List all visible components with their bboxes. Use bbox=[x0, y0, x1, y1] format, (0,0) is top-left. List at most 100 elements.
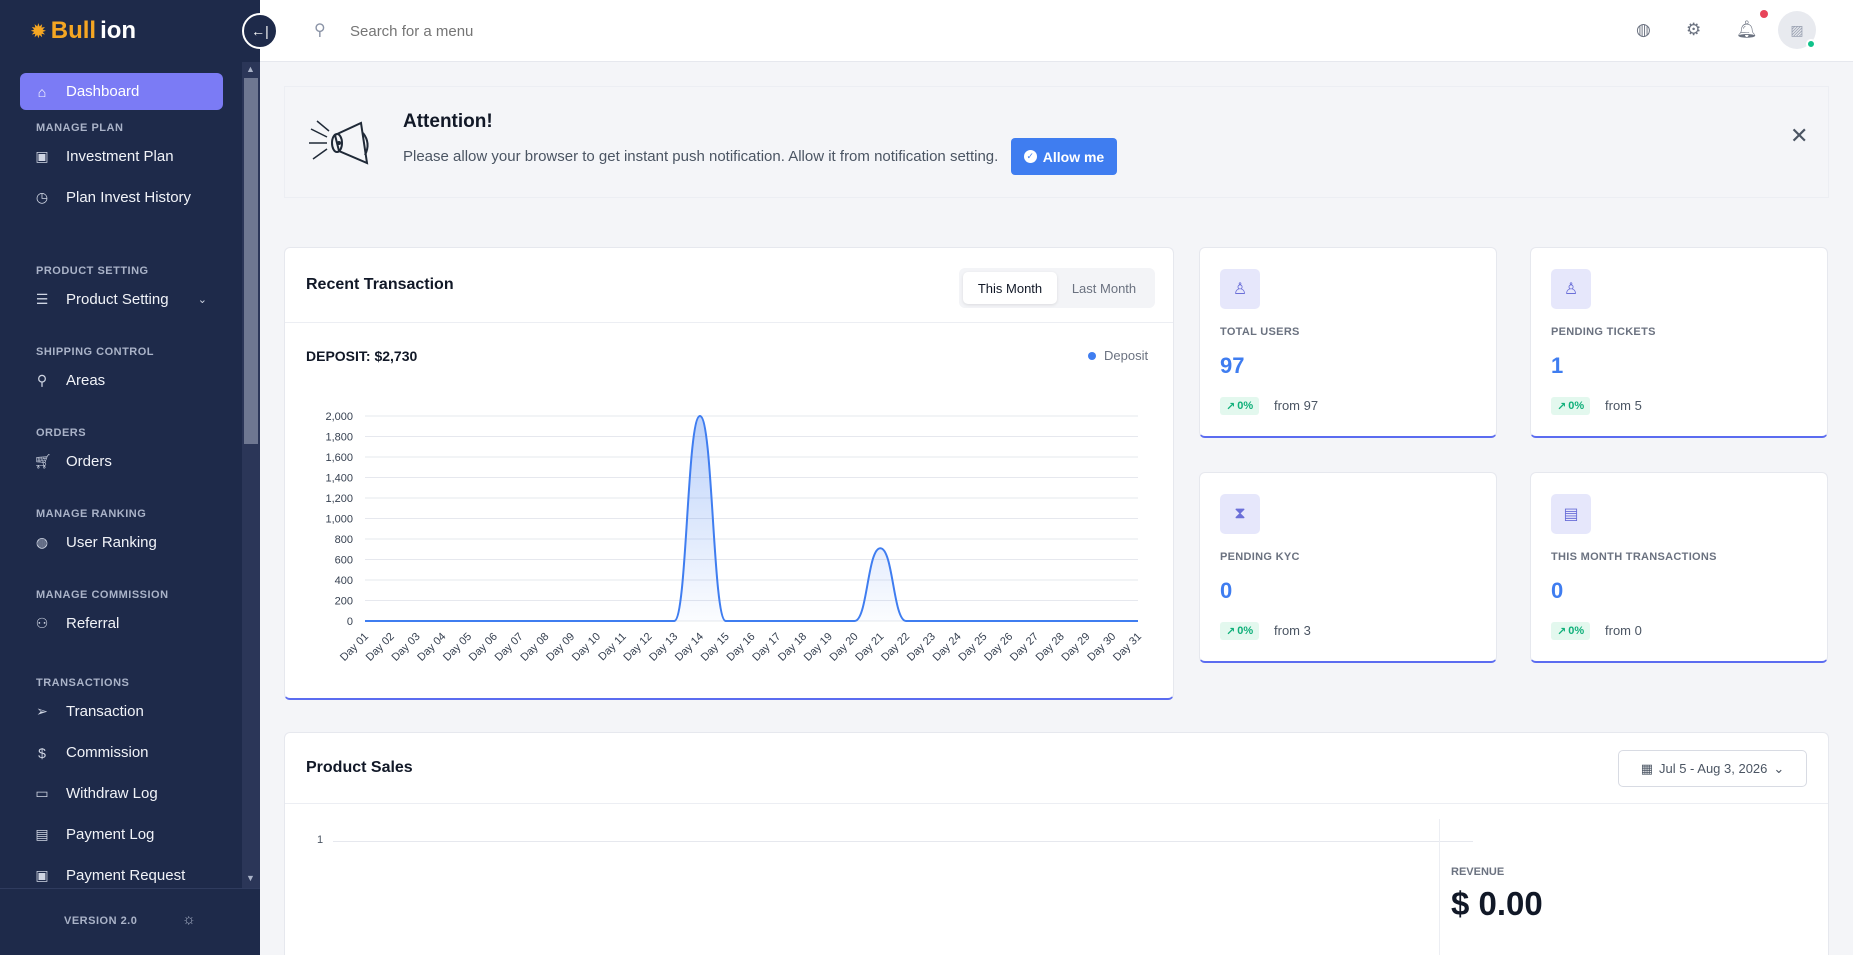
y-tick-label: 1,000 bbox=[325, 514, 353, 526]
tab-this-month[interactable]: This Month bbox=[963, 272, 1057, 304]
megaphone-icon bbox=[309, 120, 369, 165]
month-toggle: This Month Last Month bbox=[959, 268, 1155, 308]
stat-value: 0 bbox=[1220, 578, 1233, 603]
sidebar-item-user-ranking[interactable]: ◍ User Ranking bbox=[20, 524, 223, 561]
collapse-arrow-icon: ←| bbox=[251, 23, 269, 39]
trend-up-icon: ↗ bbox=[1226, 400, 1236, 413]
y-tick-label: 0 bbox=[347, 616, 353, 628]
section-orders: ORDERS bbox=[36, 427, 87, 439]
allow-button-label: Allow me bbox=[1042, 148, 1105, 165]
sidebar-item-label: Areas bbox=[66, 372, 106, 389]
sidebar-item-label: User Ranking bbox=[66, 534, 157, 551]
sidebar-collapse-button[interactable]: ←| bbox=[242, 13, 278, 49]
brand-prefix: Bull bbox=[50, 17, 97, 44]
sidebar-item-label: Commission bbox=[66, 744, 149, 761]
stat-value: 0 bbox=[1551, 578, 1564, 603]
stat-card-pending-tickets: ♙ PENDING TICKETS 1 ↗ 0% from 5 bbox=[1530, 247, 1828, 438]
sidebar-item-label: Transaction bbox=[66, 703, 144, 720]
y-tick-label: 2,000 bbox=[325, 411, 353, 423]
scroll-up-icon[interactable]: ▲ bbox=[246, 64, 255, 74]
image-placeholder-icon: ▨ bbox=[1790, 21, 1804, 38]
sales-y-tick: 1 bbox=[317, 834, 324, 846]
divider bbox=[285, 803, 1828, 804]
section-transactions: TRANSACTIONS bbox=[36, 677, 130, 689]
globe-icon[interactable]: ◍ bbox=[1636, 20, 1651, 40]
brand-logo[interactable]: ✹ Bull ion bbox=[30, 17, 137, 44]
section-manage-plan: MANAGE PLAN bbox=[36, 122, 124, 134]
y-tick-label: 600 bbox=[335, 555, 353, 567]
y-tick-label: 1,600 bbox=[325, 452, 353, 464]
home-icon: ⌂ bbox=[37, 83, 47, 100]
chevron-down-icon: ⌄ bbox=[197, 294, 207, 306]
map-pin-icon: ⚲ bbox=[36, 372, 48, 388]
stat-change-badge: ↗ 0% bbox=[1220, 397, 1260, 415]
deposit-total: DEPOSIT: $2,730 bbox=[306, 348, 418, 364]
stat-card-pending-kyc: ⧗ PENDING KYC 0 ↗ 0% from 3 bbox=[1199, 472, 1497, 663]
sidebar: ✹ Bull ion ⌂ Dashboard MANAGE PLAN ▣ Inve… bbox=[0, 0, 260, 955]
sidebar-item-product-setting[interactable]: ☰ Product Setting ⌄ bbox=[20, 281, 223, 318]
stat-change-badge: ↗ 0% bbox=[1551, 397, 1591, 415]
y-tick-label: 200 bbox=[335, 596, 353, 608]
sidebar-item-withdraw-log[interactable]: ▭ Withdraw Log bbox=[20, 775, 223, 812]
sidebar-item-dashboard[interactable]: ⌂ Dashboard bbox=[20, 73, 223, 110]
section-shipping-control: SHIPPING CONTROL bbox=[36, 346, 155, 358]
alert-message: Please allow your browser to get instant… bbox=[403, 148, 999, 165]
stat-change-badge: ↗ 0% bbox=[1551, 622, 1591, 640]
sidebar-scrollbar-thumb[interactable] bbox=[244, 78, 258, 444]
sidebar-item-payment-log[interactable]: ▤ Payment Log bbox=[20, 816, 223, 853]
section-manage-ranking: MANAGE RANKING bbox=[36, 508, 147, 520]
alert-title: Attention! bbox=[403, 111, 493, 132]
brand-suffix: ion bbox=[100, 17, 137, 44]
send-icon: ➢ bbox=[36, 703, 48, 719]
stat-change-badge: ↗ 0% bbox=[1220, 622, 1260, 640]
product-sales-title: Product Sales bbox=[306, 759, 413, 776]
search-input[interactable] bbox=[350, 16, 750, 46]
sidebar-item-label: Plan Invest History bbox=[66, 189, 192, 206]
recent-transaction-title: Recent Transaction bbox=[306, 276, 454, 293]
globe-icon: ◍ bbox=[35, 534, 49, 550]
chart-legend[interactable]: Deposit bbox=[1088, 348, 1148, 363]
notification-dot bbox=[1760, 10, 1768, 18]
x-tick-label: Day 31 bbox=[1111, 631, 1144, 664]
version-label: VERSION 2.0 bbox=[64, 915, 138, 927]
bell-icon[interactable]: 🔔︎ bbox=[1736, 20, 1758, 40]
trend-up-icon: ↗ bbox=[1226, 625, 1236, 638]
close-icon[interactable]: ✕ bbox=[1790, 123, 1808, 149]
sidebar-item-label: Payment Request bbox=[66, 867, 186, 884]
theme-toggle-sun-icon[interactable]: ☼ bbox=[182, 911, 196, 928]
stat-change: 0% bbox=[1568, 400, 1585, 412]
divider bbox=[285, 322, 1173, 323]
stat-label: TOTAL USERS bbox=[1220, 326, 1300, 338]
sidebar-item-orders[interactable]: 🛒︎ Orders bbox=[20, 443, 223, 480]
sidebar-item-investment-plan[interactable]: ▣ Investment Plan bbox=[20, 138, 223, 175]
sidebar-nav: ⌂ Dashboard MANAGE PLAN ▣ Investment Pla… bbox=[0, 62, 242, 888]
search-icon: ⚲ bbox=[314, 22, 326, 39]
sun-logo-icon: ✹ bbox=[30, 20, 47, 43]
trend-up-icon: ↗ bbox=[1557, 400, 1567, 413]
sidebar-item-payment-request[interactable]: ▣ Payment Request bbox=[20, 857, 223, 888]
sidebar-item-commission[interactable]: $ Commission bbox=[20, 734, 223, 771]
sidebar-item-plan-invest-history[interactable]: ◷ Plan Invest History bbox=[20, 179, 223, 216]
gear-icon[interactable]: ⚙ bbox=[1686, 20, 1701, 40]
sidebar-item-referral[interactable]: ⚇ Referral bbox=[20, 605, 223, 642]
scroll-down-icon[interactable]: ▼ bbox=[246, 873, 255, 883]
allow-notifications-button[interactable]: ✓ Allow me bbox=[1011, 138, 1117, 175]
y-tick-label: 800 bbox=[335, 534, 353, 546]
section-manage-commission: MANAGE COMMISSION bbox=[36, 589, 169, 601]
y-tick-label: 1,400 bbox=[325, 473, 353, 485]
date-range-picker[interactable]: ▦ Jul 5 - Aug 3, 2026 ⌄ bbox=[1618, 750, 1807, 787]
section-product-setting: PRODUCT SETTING bbox=[36, 265, 149, 277]
money-icon: ▣ bbox=[35, 867, 49, 883]
date-range-label: Jul 5 - Aug 3, 2026 bbox=[1658, 761, 1768, 776]
sidebar-item-areas[interactable]: ⚲ Areas bbox=[20, 362, 223, 399]
trend-up-icon: ↗ bbox=[1557, 625, 1567, 638]
stat-from: from 0 bbox=[1605, 623, 1642, 638]
sidebar-item-transaction[interactable]: ➢ Transaction bbox=[20, 693, 223, 730]
x-tick-label: Day 10 bbox=[570, 631, 603, 664]
push-notification-alert: Attention! Please allow your browser to … bbox=[284, 86, 1829, 198]
tab-last-month[interactable]: Last Month bbox=[1057, 272, 1151, 304]
sidebar-item-label: Product Setting bbox=[66, 291, 169, 308]
stat-value: 1 bbox=[1551, 353, 1564, 378]
cart-icon: 🛒︎ bbox=[34, 453, 52, 469]
legend-dot bbox=[1088, 351, 1096, 360]
